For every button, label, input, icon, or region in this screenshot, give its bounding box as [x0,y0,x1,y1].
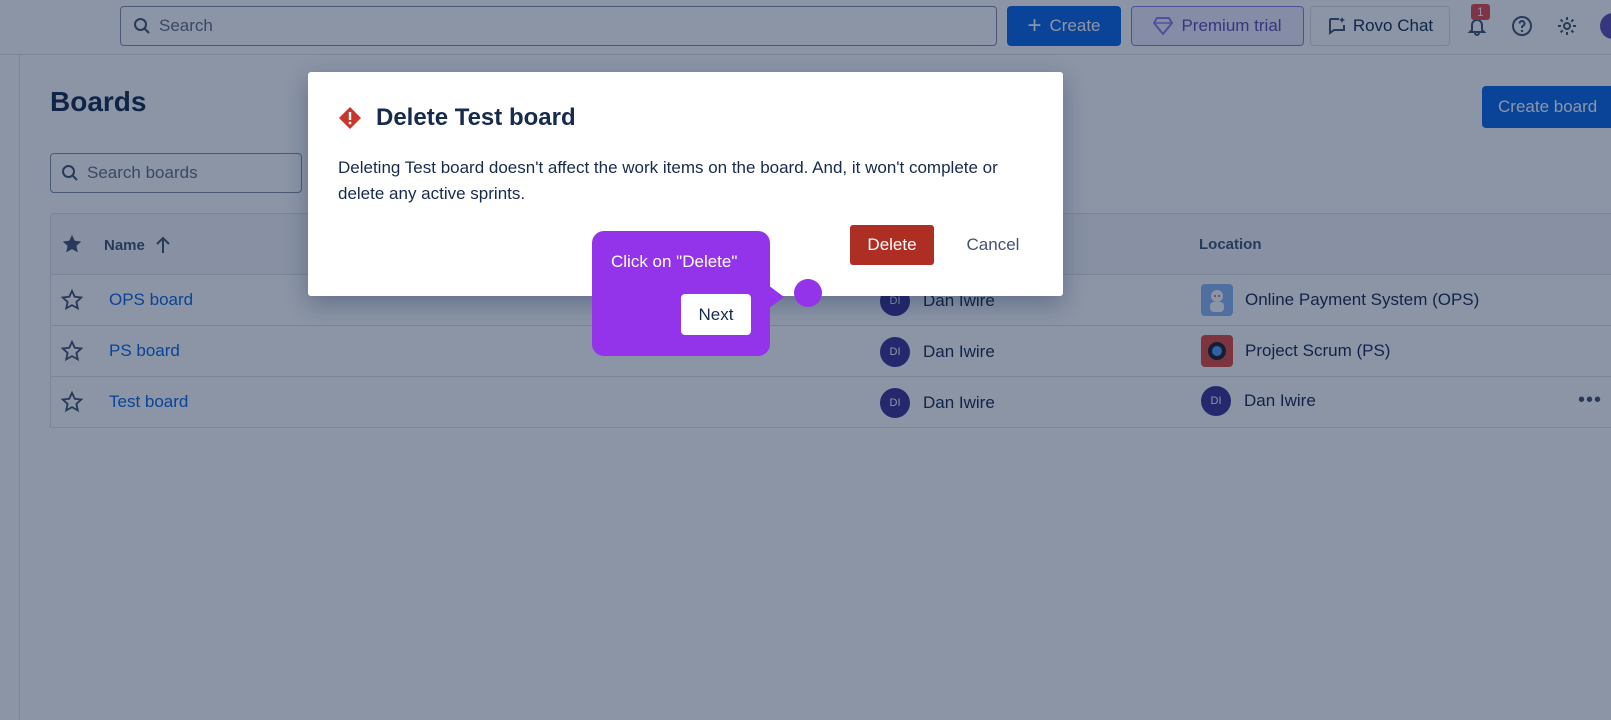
warning-icon [339,107,361,129]
tooltip-text: Click on "Delete" [611,252,738,271]
dialog-title-text: Delete Test board [376,104,576,131]
guide-hotspot[interactable] [794,279,822,307]
cancel-button[interactable]: Cancel [948,225,1038,265]
delete-button[interactable]: Delete [850,225,934,265]
guide-tooltip: Click on "Delete" Next [592,231,770,356]
dialog-body: Deleting Test board doesn't affect the w… [338,158,998,203]
next-button[interactable]: Next [681,294,751,335]
dialog-title: Delete Test board [338,104,576,132]
tooltip-pointer [768,285,784,309]
